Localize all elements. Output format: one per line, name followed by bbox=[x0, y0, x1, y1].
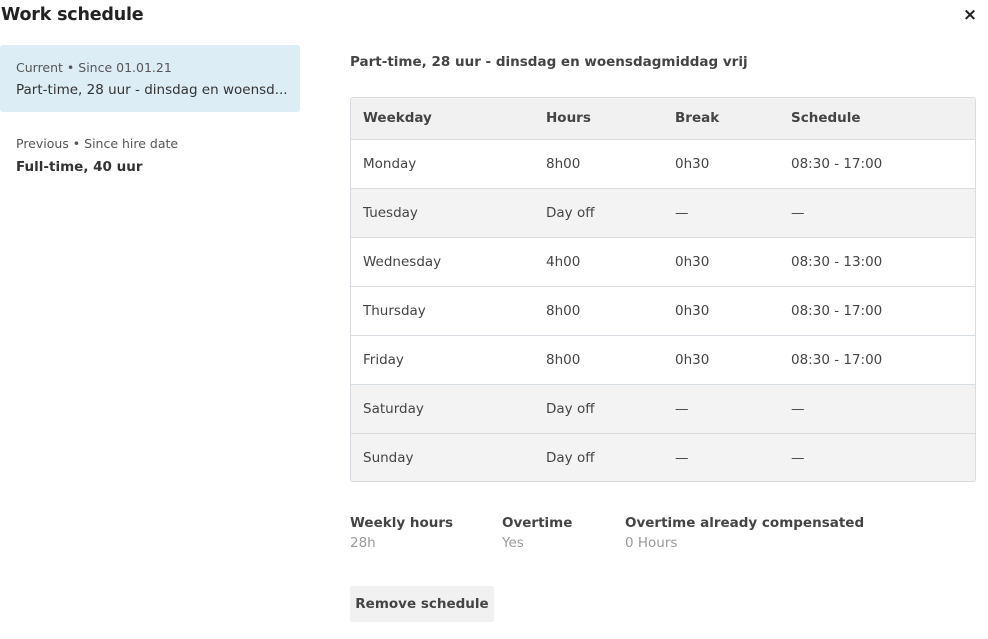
weekday-cell: Sunday bbox=[363, 450, 414, 466]
overtime-stat: Overtime Yes bbox=[502, 515, 572, 551]
table-row: Sunday Day off — — bbox=[351, 433, 975, 481]
schedule-name: Full-time, 40 uur bbox=[16, 159, 143, 175]
break-cell: 0h30 bbox=[675, 352, 710, 368]
hours-cell: 8h00 bbox=[546, 352, 581, 368]
stat-label: Overtime bbox=[502, 515, 573, 531]
table-row: Saturday Day off — — bbox=[351, 384, 975, 433]
schedule-cell: — bbox=[791, 401, 805, 417]
schedule-cell: 08:30 - 17:00 bbox=[791, 156, 883, 172]
column-header: Break bbox=[675, 110, 720, 126]
overtime-compensated-stat: Overtime already compensated 0 Hours bbox=[625, 515, 864, 551]
schedule-heading: Part-time, 28 uur - dinsdag en woensdagm… bbox=[350, 54, 748, 70]
break-cell: 0h30 bbox=[675, 303, 710, 319]
schedule-name: Part-time, 28 uur - dinsdag en woensd... bbox=[16, 82, 288, 98]
table-row: Friday 8h00 0h30 08:30 - 17:00 bbox=[351, 335, 975, 384]
column-header: Hours bbox=[546, 110, 591, 126]
table-header: Weekday Hours Break Schedule bbox=[351, 98, 975, 139]
column-header: Schedule bbox=[791, 110, 861, 126]
schedule-cell: — bbox=[791, 450, 805, 466]
weekday-cell: Monday bbox=[363, 156, 417, 172]
weekday-cell: Tuesday bbox=[363, 205, 418, 221]
column-header: Weekday bbox=[363, 110, 432, 126]
hours-cell: Day off bbox=[546, 450, 595, 466]
break-cell: 0h30 bbox=[675, 156, 710, 172]
stat-value: 0 Hours bbox=[625, 535, 678, 551]
stat-label: Overtime already compensated bbox=[625, 515, 865, 531]
weekday-cell: Thursday bbox=[363, 303, 426, 319]
weekday-cell: Friday bbox=[363, 352, 404, 368]
weekly-hours-stat: Weekly hours 28h bbox=[350, 515, 453, 551]
hours-cell: Day off bbox=[546, 205, 595, 221]
table-row: Thursday 8h00 0h30 08:30 - 17:00 bbox=[351, 286, 975, 335]
stat-value: Yes bbox=[502, 535, 524, 551]
schedule-item-previous[interactable]: Previous • Since hire date Full-time, 40… bbox=[0, 122, 300, 182]
dialog-title: Work schedule bbox=[1, 5, 144, 25]
schedule-cell: — bbox=[791, 205, 805, 221]
hours-cell: 8h00 bbox=[546, 303, 581, 319]
schedule-table: Weekday Hours Break Schedule Monday 8h00… bbox=[350, 97, 976, 482]
schedule-meta: Previous • Since hire date bbox=[16, 136, 179, 151]
close-icon[interactable]: × bbox=[961, 6, 979, 24]
remove-schedule-button[interactable]: Remove schedule bbox=[350, 586, 494, 622]
weekday-cell: Saturday bbox=[363, 401, 424, 417]
break-cell: — bbox=[675, 205, 689, 221]
schedule-cell: 08:30 - 13:00 bbox=[791, 254, 883, 270]
break-cell: 0h30 bbox=[675, 254, 710, 270]
table-row: Monday 8h00 0h30 08:30 - 17:00 bbox=[351, 139, 975, 188]
schedule-cell: 08:30 - 17:00 bbox=[791, 352, 883, 368]
weekday-cell: Wednesday bbox=[363, 254, 442, 270]
hours-cell: Day off bbox=[546, 401, 595, 417]
stat-label: Weekly hours bbox=[350, 515, 454, 531]
table-row: Wednesday 4h00 0h30 08:30 - 13:00 bbox=[351, 237, 975, 286]
work-schedule-dialog: Work schedule × Current • Since 01.01.21… bbox=[0, 0, 988, 639]
schedule-meta: Current • Since 01.01.21 bbox=[16, 60, 172, 75]
stat-value: 28h bbox=[350, 535, 376, 551]
break-cell: — bbox=[675, 401, 689, 417]
break-cell: — bbox=[675, 450, 689, 466]
hours-cell: 4h00 bbox=[546, 254, 581, 270]
schedule-item-current[interactable]: Current • Since 01.01.21 Part-time, 28 u… bbox=[0, 45, 300, 112]
schedule-cell: 08:30 - 17:00 bbox=[791, 303, 883, 319]
table-row: Tuesday Day off — — bbox=[351, 188, 975, 237]
hours-cell: 8h00 bbox=[546, 156, 581, 172]
